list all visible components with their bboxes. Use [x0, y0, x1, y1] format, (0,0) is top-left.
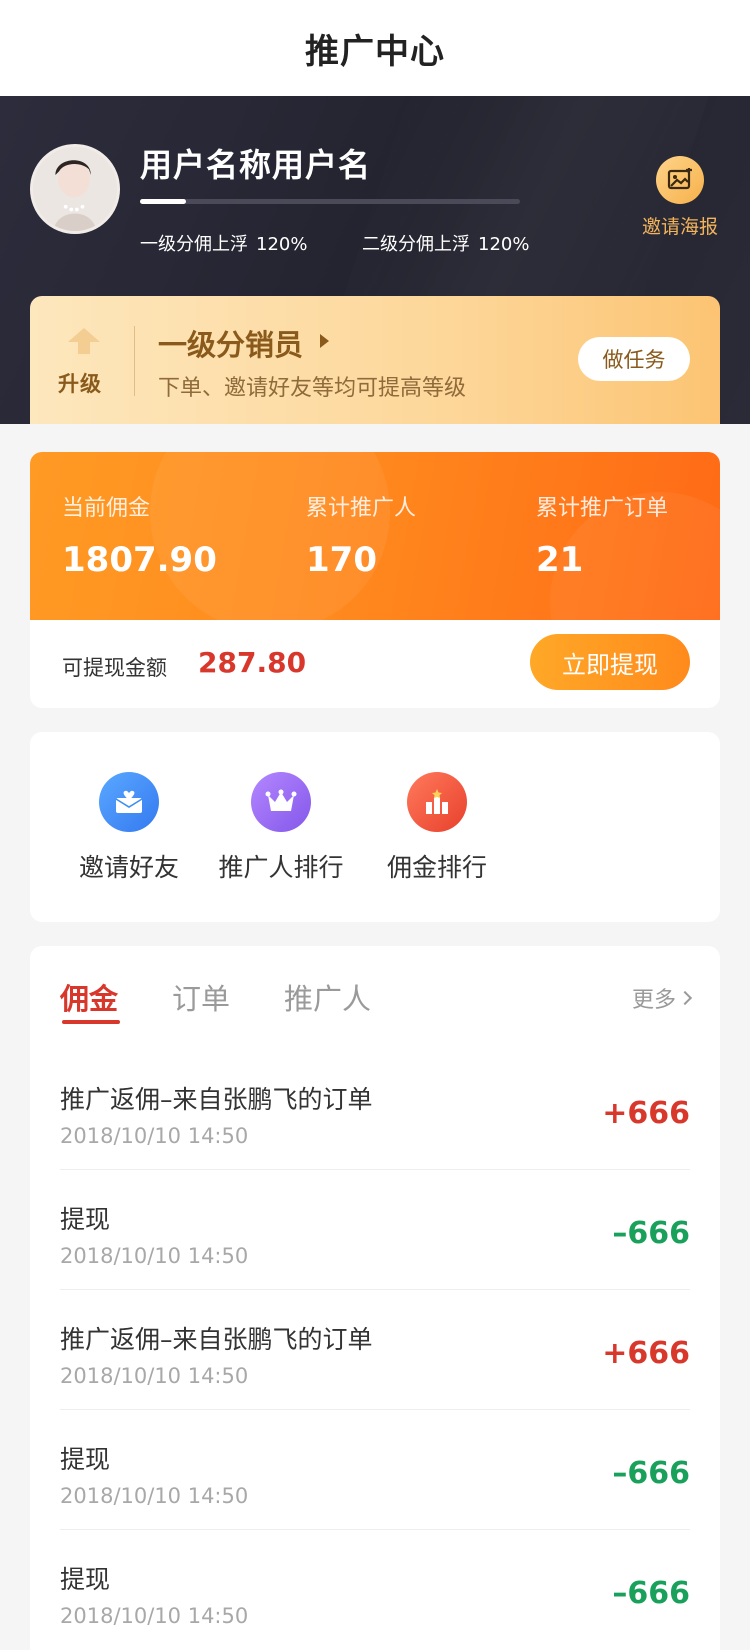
tab-commission[interactable]: 佣金 — [60, 976, 118, 1018]
image-icon — [656, 156, 704, 204]
action-commission-ranking[interactable]: 佣金排行 — [382, 772, 492, 884]
crown-icon — [251, 772, 311, 832]
nav-bar: 推广中心 — [0, 0, 750, 96]
upgrade-label: 升级 — [58, 372, 102, 396]
invite-poster-button[interactable]: 邀请海报 — [638, 156, 722, 239]
record-title: 推广返佣–来自张鹏飞的订单 — [60, 1325, 373, 1354]
record-row[interactable]: 推广返佣–来自张鹏飞的订单 2018/10/10 14:50 +666 — [60, 1290, 690, 1410]
upgrade-arrow-icon — [68, 328, 100, 354]
level-title[interactable]: 一级分销员 — [158, 322, 303, 364]
active-tab-indicator — [62, 1020, 120, 1024]
stat-value: 170 — [306, 540, 377, 580]
more-link[interactable]: 更多 — [631, 982, 693, 1014]
page-title: 推广中心 — [305, 31, 445, 72]
avatar[interactable] — [30, 144, 120, 234]
divider — [134, 326, 135, 396]
withdraw-button[interactable]: 立即提现 — [530, 634, 690, 690]
record-amount: +666 — [602, 1096, 690, 1131]
record-time: 2018/10/10 14:50 — [60, 1604, 249, 1628]
quick-actions: 邀请好友 推广人排行 佣金排行 — [30, 732, 720, 922]
action-label: 邀请好友 — [78, 853, 179, 882]
rate-value: 120% — [478, 234, 530, 255]
caret-right-icon — [320, 334, 329, 348]
withdrawable-label: 可提现金额 — [62, 656, 167, 680]
record-title: 提现 — [60, 1445, 111, 1474]
record-title: 推广返佣–来自张鹏飞的订单 — [60, 1085, 373, 1114]
envelope-heart-icon — [99, 772, 159, 832]
record-row[interactable]: 推广返佣–来自张鹏飞的订单 2018/10/10 14:50 +666 — [60, 1050, 690, 1170]
record-amount: +666 — [602, 1336, 690, 1371]
rate-level-2: 二级分佣上浮 120% — [362, 230, 529, 256]
record-title: 提现 — [60, 1205, 111, 1234]
record-row[interactable]: 提现 2018/10/10 14:50 –666 — [60, 1530, 690, 1650]
chevron-right-icon — [677, 990, 693, 1006]
do-task-button[interactable]: 做任务 — [578, 337, 690, 381]
level-subtitle: 下单、邀请好友等均可提高等级 — [158, 376, 467, 401]
invite-poster-label: 邀请海报 — [641, 216, 718, 238]
level-progress-fill — [140, 199, 186, 204]
username: 用户名称用户名 — [140, 146, 372, 184]
action-label: 推广人排行 — [218, 853, 344, 882]
tab-orders[interactable]: 订单 — [172, 976, 230, 1018]
rate-value: 120% — [256, 234, 308, 255]
stat-value: 1807.90 — [62, 540, 217, 580]
record-time: 2018/10/10 14:50 — [60, 1484, 249, 1508]
level-progress-bar — [140, 199, 520, 204]
bar-chart-icon — [407, 772, 467, 832]
record-time: 2018/10/10 14:50 — [60, 1244, 249, 1268]
action-invite-friends[interactable]: 邀请好友 — [74, 772, 184, 884]
record-title: 提现 — [60, 1565, 111, 1594]
rate-label: 一级分佣上浮 — [140, 234, 248, 255]
record-amount: –666 — [612, 1576, 690, 1611]
stat-label: 累计推广人 — [306, 496, 417, 521]
record-row[interactable]: 提现 2018/10/10 14:50 –666 — [60, 1410, 690, 1530]
rate-label: 二级分佣上浮 — [362, 234, 470, 255]
rate-level-1: 一级分佣上浮 120% — [140, 230, 307, 256]
action-label: 佣金排行 — [386, 853, 487, 882]
record-time: 2018/10/10 14:50 — [60, 1364, 249, 1388]
record-amount: –666 — [612, 1456, 690, 1491]
record-amount: –666 — [612, 1216, 690, 1251]
record-time: 2018/10/10 14:50 — [60, 1124, 249, 1148]
stat-label: 累计推广订单 — [536, 496, 669, 521]
stat-current-commission[interactable]: 当前佣金 1807.90 — [62, 490, 217, 580]
stat-value: 21 — [536, 540, 584, 580]
records-panel: 佣金 订单 推广人 更多 推广返佣–来自张鹏飞的订单 2018/10/10 14… — [30, 946, 720, 1650]
level-card[interactable]: 升级 一级分销员 下单、邀请好友等均可提高等级 做任务 — [30, 296, 720, 424]
action-promoter-ranking[interactable]: 推广人排行 — [216, 772, 346, 884]
stat-label: 当前佣金 — [62, 496, 151, 521]
stat-total-orders[interactable]: 累计推广订单 21 — [536, 490, 668, 580]
stats-banner: 当前佣金 1807.90 累计推广人 170 累计推广订单 21 — [30, 452, 720, 620]
avatar-image — [33, 147, 117, 231]
commission-stats-card: 当前佣金 1807.90 累计推广人 170 累计推广订单 21 可提现金额 2… — [30, 452, 720, 708]
tab-promoters[interactable]: 推广人 — [284, 976, 371, 1018]
stat-total-promoters[interactable]: 累计推广人 170 — [306, 490, 416, 580]
record-row[interactable]: 提现 2018/10/10 14:50 –666 — [60, 1170, 690, 1290]
more-label: 更多 — [631, 988, 676, 1013]
withdrawable-amount: 287.80 — [198, 646, 307, 679]
